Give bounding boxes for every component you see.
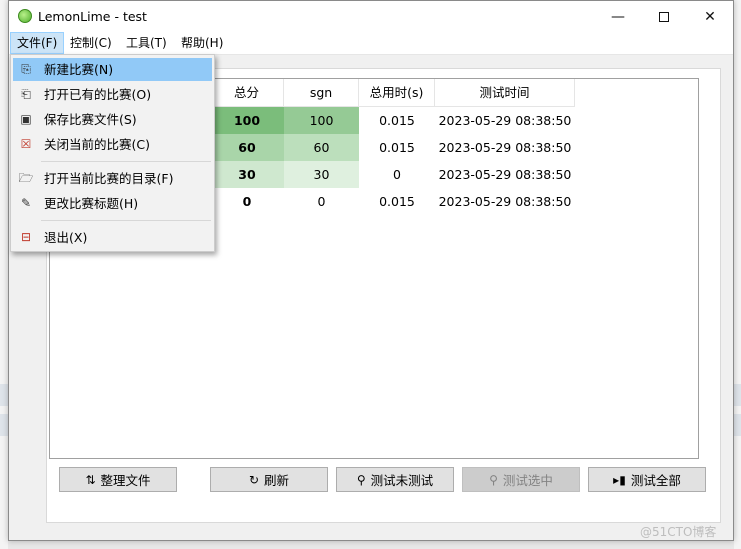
- menu-item-exit[interactable]: ⊟ 退出(X): [13, 226, 212, 249]
- open-folder-icon: 🗁: [18, 171, 34, 185]
- refresh-icon: ↻: [248, 472, 260, 487]
- background-window-right-edge: [734, 0, 741, 549]
- cell-total-score[interactable]: 100: [210, 107, 284, 134]
- run-all-icon: ▸▮: [613, 472, 626, 487]
- cell-total-time[interactable]: 0.015: [359, 107, 435, 134]
- lemonlime-app-icon: [18, 9, 32, 23]
- cell-total-time[interactable]: 0.015: [359, 188, 435, 215]
- open-contest-icon: ⎗: [21, 87, 31, 101]
- refresh-button[interactable]: ↻ 刷新: [210, 467, 328, 492]
- menu-separator: [41, 161, 211, 162]
- test-untested-button[interactable]: ⚲ 测试未测试: [336, 467, 454, 492]
- menu-item-open-contest[interactable]: ⎗ 打开已有的比赛(O): [13, 83, 212, 106]
- menu-bar: 文件(F) 控制(C) 工具(T) 帮助(H): [9, 32, 733, 55]
- search-icon: ⚲: [489, 472, 498, 487]
- exit-icon: ⊟: [20, 230, 32, 244]
- header-test-time[interactable]: 测试时间: [435, 79, 575, 107]
- menu-item-new-contest[interactable]: ⎘ 新建比赛(N): [13, 58, 212, 81]
- test-selected-label: 测试选中: [502, 473, 553, 488]
- close-contest-icon: ☒: [20, 137, 32, 151]
- cell-total-score[interactable]: 60: [210, 134, 284, 161]
- header-total-time[interactable]: 总用时(s): [359, 79, 435, 107]
- header-total-score[interactable]: 总分: [210, 79, 284, 107]
- cell-test-time[interactable]: 2023-05-29 08:38:50: [425, 161, 585, 188]
- file-menu-dropdown: ⎘ 新建比赛(N) ⎗ 打开已有的比赛(O) ▣ 保存比赛文件(S) ☒ 关闭当…: [10, 54, 215, 252]
- cell-sgn-score[interactable]: 0: [284, 188, 359, 215]
- menu-tools[interactable]: 工具(T): [120, 32, 173, 54]
- maximize-button[interactable]: [641, 1, 687, 32]
- cell-test-time[interactable]: 2023-05-29 08:38:50: [425, 107, 585, 134]
- minimize-icon: —: [611, 8, 625, 25]
- menu-item-save-contest[interactable]: ▣ 保存比赛文件(S): [13, 108, 212, 131]
- cell-sgn-score[interactable]: 30: [284, 161, 359, 188]
- maximize-icon: [659, 11, 669, 22]
- menu-separator: [41, 220, 211, 221]
- new-contest-icon: ⎘: [21, 62, 31, 76]
- menu-item-open-folder[interactable]: 🗁 打开当前比赛的目录(F): [13, 167, 212, 190]
- refresh-label: 刷新: [264, 473, 290, 488]
- menu-item-rename-contest[interactable]: ✎ 更改比赛标题(H): [13, 192, 212, 215]
- cell-sgn-score[interactable]: 60: [284, 134, 359, 161]
- organize-files-label: 整理文件: [100, 473, 151, 488]
- cell-total-time[interactable]: 0.015: [359, 134, 435, 161]
- menu-help[interactable]: 帮助(H): [175, 32, 229, 54]
- minimize-button[interactable]: —: [595, 1, 641, 32]
- organize-files-button[interactable]: ⇅ 整理文件: [59, 467, 177, 492]
- cell-total-time[interactable]: 0: [359, 161, 435, 188]
- magnifier-icon: ⚲: [356, 472, 366, 487]
- background-window-left-edge: [0, 0, 8, 549]
- cell-test-time[interactable]: 2023-05-29 08:38:50: [425, 188, 585, 215]
- menu-file[interactable]: 文件(F): [10, 32, 65, 54]
- test-all-button[interactable]: ▸▮ 测试全部: [588, 467, 706, 492]
- menu-item-close-contest[interactable]: ☒ 关闭当前的比赛(C): [13, 133, 212, 156]
- test-all-label: 测试全部: [630, 473, 681, 488]
- header-sgn[interactable]: sgn: [284, 79, 359, 107]
- title-bar[interactable]: LemonLime - test — ✕: [9, 1, 733, 32]
- cell-test-time[interactable]: 2023-05-29 08:38:50: [425, 134, 585, 161]
- organize-icon: ⇅: [85, 472, 96, 487]
- cell-sgn-score[interactable]: 100: [284, 107, 359, 134]
- close-button[interactable]: ✕: [687, 1, 733, 32]
- test-untested-label: 测试未测试: [370, 473, 434, 488]
- window-title: LemonLime - test: [38, 9, 147, 24]
- edit-icon: ✎: [20, 196, 32, 210]
- test-selected-button[interactable]: ⚲ 测试选中: [462, 467, 580, 492]
- cell-total-score[interactable]: 30: [210, 161, 284, 188]
- cell-total-score[interactable]: 0: [210, 188, 284, 215]
- menu-control[interactable]: 控制(C): [64, 32, 118, 54]
- close-icon: ✕: [704, 8, 716, 25]
- save-icon: ▣: [20, 112, 32, 126]
- watermark: @51CTO博客: [640, 525, 717, 539]
